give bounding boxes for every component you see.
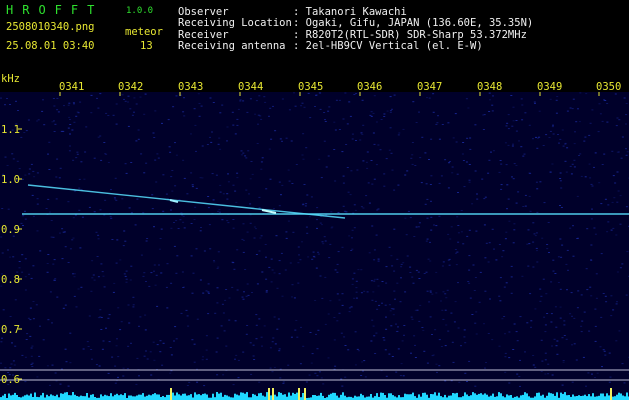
info-value-location: : Ogaki, Gifu, JAPAN (136.60E, 35.35N) — [293, 17, 534, 29]
meteor-count: 13 — [140, 40, 153, 52]
freq-tick: 0.6 — [1, 374, 20, 386]
info-key-location: Receiving Location — [178, 17, 292, 29]
app-brand: HROFFT — [6, 3, 104, 17]
spectrogram-background — [0, 92, 629, 400]
freq-tick: 0.7 — [1, 324, 20, 336]
info-value-antenna: : 2el-HB9CV Vertical (el. E-W) — [293, 40, 483, 52]
meteor-label: meteor — [125, 26, 163, 38]
freq-tick: 0.9 — [1, 224, 20, 236]
spectrogram — [0, 92, 629, 400]
header-panel: HROFFT 1.0.0 2508010340.png meteor 25.08… — [0, 0, 629, 70]
file-name: 2508010340.png — [6, 21, 95, 33]
freq-tick: 1.1 — [1, 124, 20, 136]
app-version: 1.0.0 — [126, 6, 154, 16]
freq-tick: 0.8 — [1, 274, 20, 286]
info-key-antenna: Receiving antenna — [178, 40, 286, 52]
freq-tick: 1.0 — [1, 174, 20, 186]
observation-datetime: 25.08.01 03:40 — [6, 40, 95, 52]
